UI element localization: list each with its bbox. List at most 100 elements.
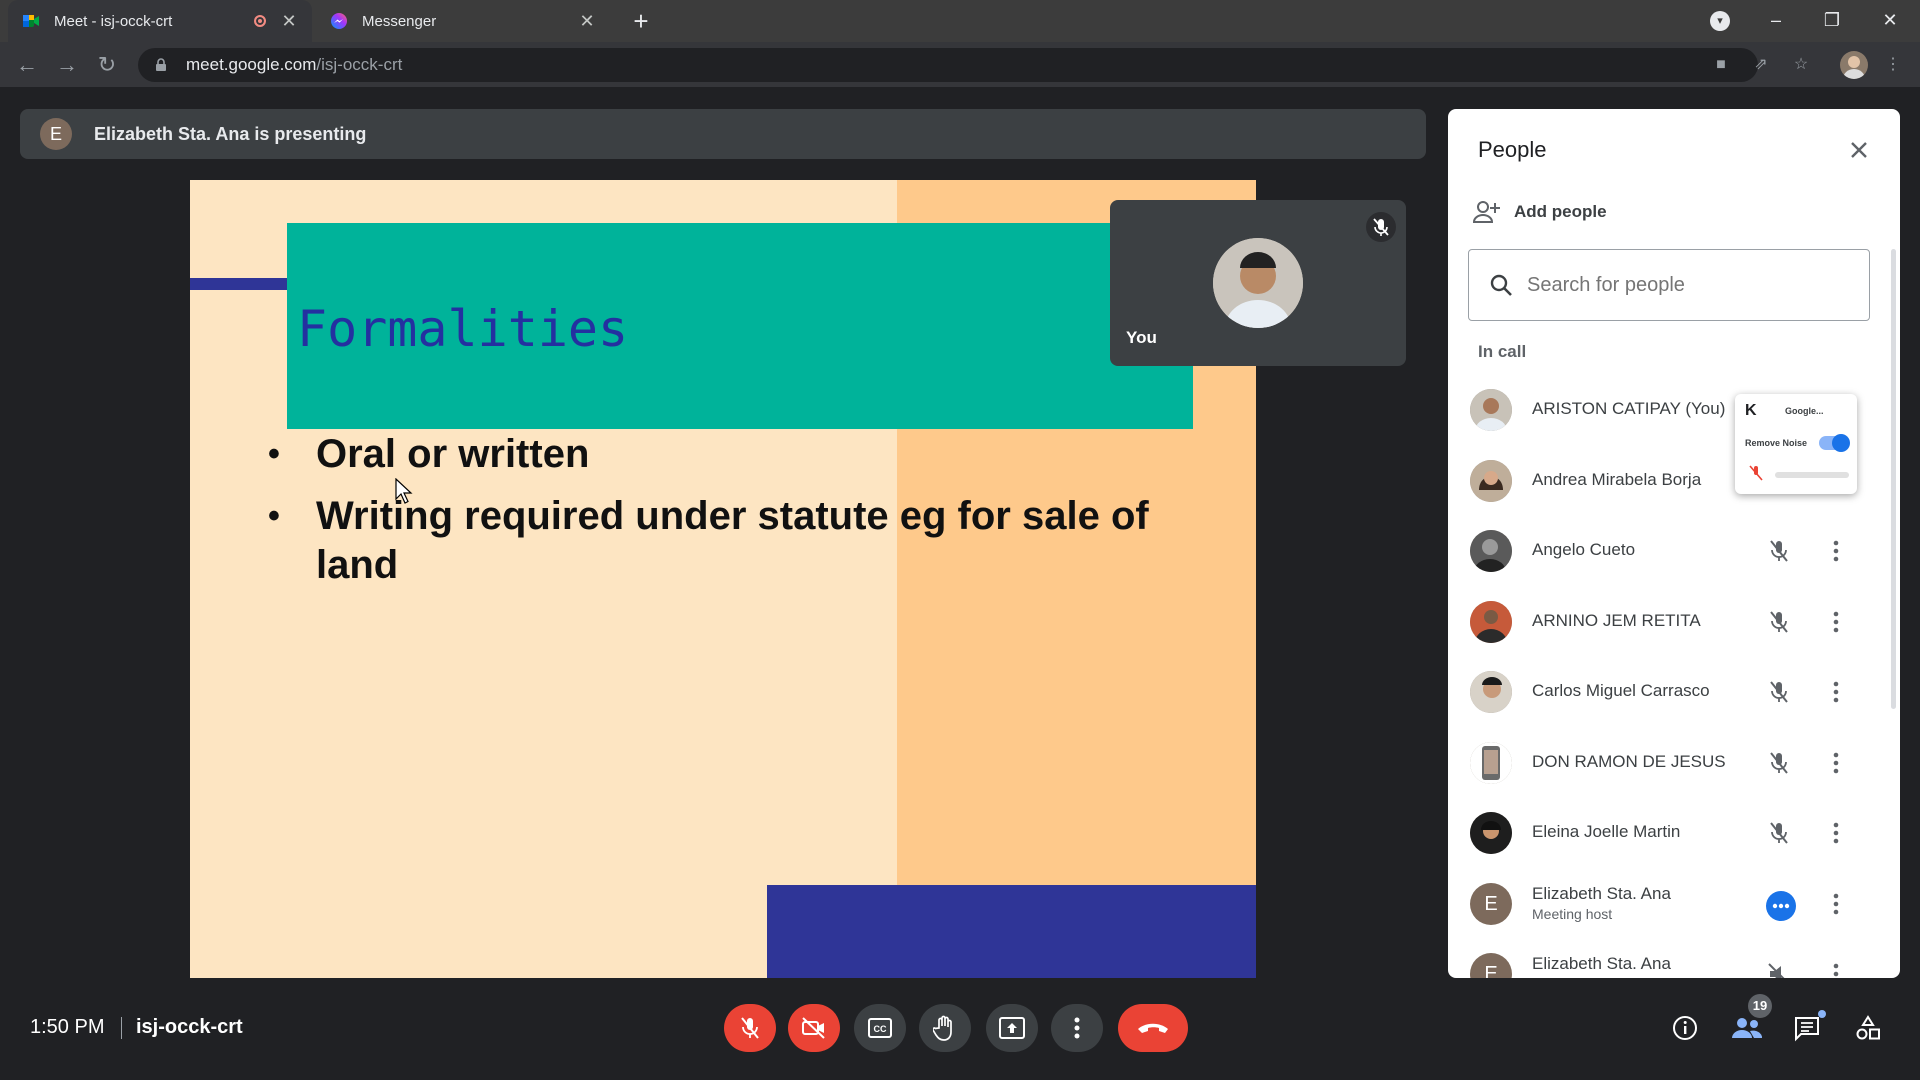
search-box[interactable] (1468, 249, 1870, 321)
participant-row[interactable]: Carlos Miguel Carrasco (1448, 657, 1900, 728)
mic-off-icon[interactable] (1764, 677, 1794, 707)
participant-count-badge: 19 (1748, 994, 1772, 1018)
participant-avatar (1470, 459, 1512, 502)
more-options-icon[interactable] (1826, 959, 1846, 978)
tab-messenger[interactable]: Messenger ✕ (316, 0, 610, 42)
participant-avatar: E (1470, 882, 1512, 925)
tab-meet[interactable]: Meet - isj-occk-crt ✕ (8, 0, 312, 42)
participant-name: DON RAMON DE JESUS (1532, 751, 1726, 771)
in-call-heading: In call (1478, 342, 1527, 361)
participant-name: Elizabeth Sta. Ana (1532, 954, 1671, 973)
browser-menu-icon[interactable]: ⋮ (1880, 52, 1906, 78)
activities-button[interactable] (1852, 1012, 1884, 1044)
meeting-time: 1:50 PM (30, 1016, 105, 1038)
mic-off-icon[interactable] (1764, 748, 1794, 778)
svg-text:CC: CC (874, 1024, 887, 1034)
share-icon[interactable]: ⇗ (1748, 52, 1774, 78)
more-options-icon[interactable] (1826, 748, 1846, 778)
extension-source: Google... (1785, 406, 1824, 416)
google-meet-icon (23, 15, 39, 27)
close-icon[interactable] (1844, 135, 1874, 165)
extension-logo: K (1745, 402, 1757, 419)
divider (121, 1017, 122, 1039)
panel-title: People (1478, 137, 1547, 162)
remove-noise-label: Remove Noise (1745, 438, 1808, 448)
participant-name: ARNINO JEM RETITA (1532, 610, 1701, 630)
self-tile-label: You (1126, 328, 1157, 347)
volume-bar (1775, 472, 1849, 478)
present-now-button[interactable] (986, 1004, 1038, 1052)
presenting-banner: E Elizabeth Sta. Ana is presenting (20, 109, 1426, 159)
presentation-slide: Formalities Oral or written Writing requ… (190, 180, 1256, 978)
raise-hand-button[interactable] (919, 1004, 971, 1052)
mic-off-icon[interactable] (1764, 818, 1794, 848)
unread-chat-indicator (1818, 1010, 1826, 1018)
recording-indicator-icon (254, 15, 266, 27)
meeting-code: isj-occk-crt (136, 1016, 243, 1038)
search-icon (1490, 274, 1512, 296)
add-people-button[interactable]: Add people (1472, 199, 1607, 225)
participant-avatar (1470, 530, 1512, 572)
tab-title: Messenger (362, 12, 437, 30)
participant-row[interactable]: E Elizabeth Sta. Ana (1448, 939, 1900, 978)
speaking-indicator-icon (1766, 890, 1796, 921)
present-screen-icon (999, 1017, 1025, 1039)
address-bar[interactable]: meet.google.com/isj-occk-crt (138, 48, 1758, 82)
bookmark-star-icon[interactable]: ☆ (1788, 52, 1814, 78)
close-tab-icon[interactable]: ✕ (578, 11, 596, 32)
reload-icon[interactable]: ↻ (92, 50, 122, 80)
participant-avatar (1470, 812, 1512, 854)
more-options-icon[interactable] (1826, 889, 1846, 919)
mic-off-icon[interactable] (1764, 536, 1794, 566)
participant-name: Eleina Joelle Martin (1532, 822, 1681, 841)
leave-call-button[interactable] (1118, 1004, 1188, 1052)
url-host: meet.google.com (186, 55, 317, 74)
participant-row[interactable]: ARNINO JEM RETITA (1448, 587, 1900, 658)
mic-off-icon[interactable] (1764, 607, 1794, 637)
noise-extension-popup[interactable]: K Google... Remove Noise (1735, 394, 1857, 494)
more-options-icon[interactable] (1826, 818, 1846, 848)
minimize-icon[interactable]: – (1748, 0, 1804, 42)
participant-role: Meeting host (1532, 905, 1613, 922)
participant-avatar (1470, 741, 1512, 784)
self-video-tile[interactable]: You (1110, 200, 1406, 366)
restore-icon[interactable]: ❐ (1804, 0, 1860, 42)
close-window-icon[interactable]: ✕ (1862, 0, 1918, 42)
more-options-icon[interactable] (1826, 677, 1846, 707)
participant-row[interactable]: DON RAMON DE JESUS (1448, 728, 1900, 799)
participant-name: ARISTON CATIPAY (You) (1532, 399, 1726, 418)
presenting-text: Elizabeth Sta. Ana is presenting (94, 123, 367, 144)
slide-accent-line (190, 278, 287, 290)
new-tab-button[interactable]: + (626, 6, 656, 36)
mic-off-icon (1366, 212, 1396, 242)
participant-row[interactable]: E Elizabeth Sta. Ana Meeting host (1448, 869, 1900, 940)
self-avatar (1213, 238, 1303, 328)
more-options-button[interactable] (1051, 1004, 1103, 1052)
participant-avatar: E (1470, 953, 1512, 978)
profile-avatar[interactable] (1840, 51, 1868, 79)
more-options-icon[interactable] (1826, 607, 1846, 637)
camera-blocked-icon[interactable]: ■ (1708, 52, 1734, 78)
captions-button[interactable]: CC (854, 1004, 906, 1052)
close-tab-icon[interactable]: ✕ (280, 11, 298, 32)
participant-avatar (1470, 600, 1512, 643)
panel-scrollbar[interactable] (1891, 249, 1896, 709)
search-input[interactable] (1527, 273, 1847, 297)
camera-off-icon (802, 1017, 825, 1039)
back-icon[interactable]: ← (12, 50, 42, 80)
remove-noise-toggle[interactable] (1819, 434, 1850, 452)
participant-row[interactable]: Eleina Joelle Martin (1448, 798, 1900, 869)
mic-toggle-button[interactable] (724, 1004, 776, 1052)
participant-row[interactable]: Angelo Cueto (1448, 516, 1900, 587)
lock-icon (156, 58, 166, 71)
info-icon (1673, 1016, 1697, 1040)
presenter-avatar: E (40, 118, 72, 150)
speaker-muted-icon[interactable] (1764, 959, 1794, 978)
add-person-icon (1472, 201, 1500, 223)
meeting-details-button[interactable] (1669, 1012, 1701, 1044)
more-options-icon[interactable] (1826, 536, 1846, 566)
more-options-icon (1074, 1017, 1080, 1039)
forward-icon[interactable]: → (52, 50, 82, 80)
tab-search-icon[interactable]: ▾ (1710, 11, 1730, 31)
camera-toggle-button[interactable] (788, 1004, 840, 1052)
